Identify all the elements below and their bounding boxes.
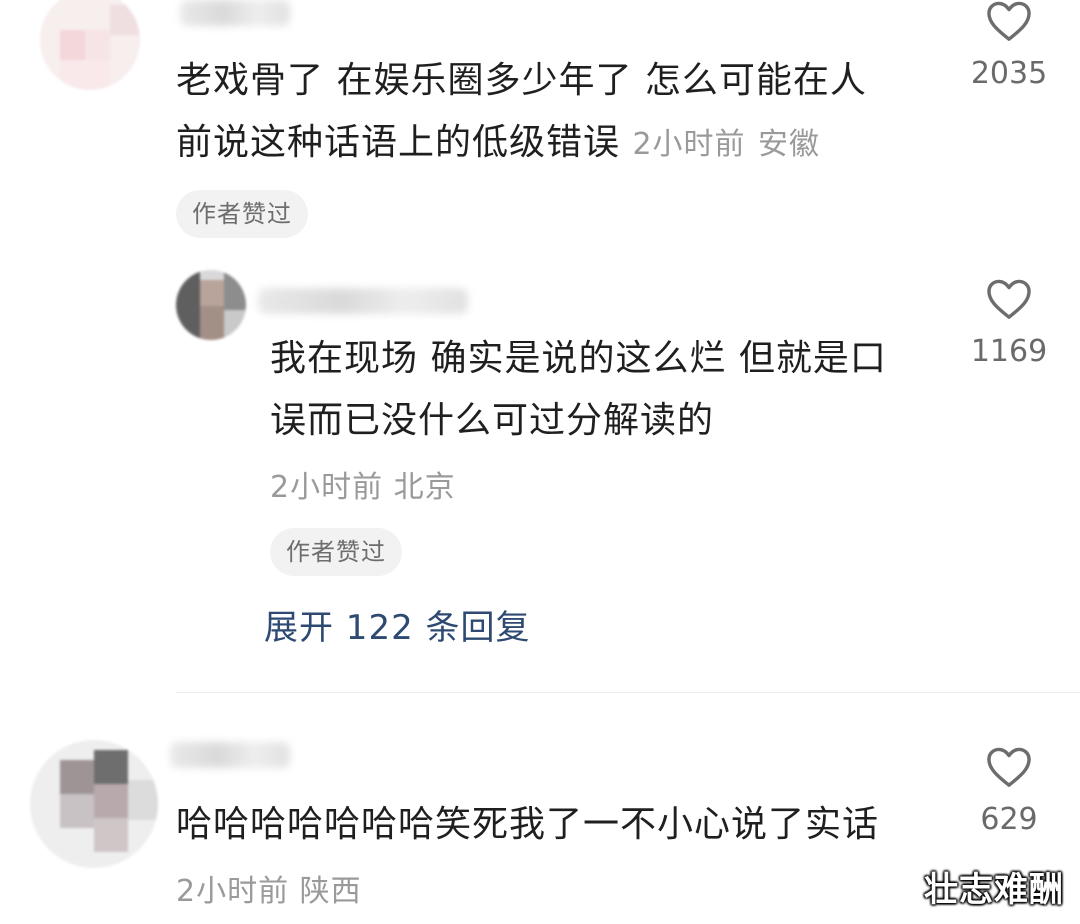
comment-location: 陕西 [299,874,362,909]
avatar[interactable] [30,740,158,868]
author-liked-badge: 作者赞过 [176,190,308,238]
comment-text: 哈哈哈哈哈哈哈笑死我了一不小心说了实话 [176,804,880,845]
username[interactable] [170,742,290,768]
divider [176,692,1080,693]
like-button[interactable]: 1169 [954,278,1064,369]
comment-time: 2小时前 [632,127,746,162]
like-button[interactable]: 629 [954,746,1064,837]
like-count: 1169 [970,334,1048,369]
author-liked-badge: 作者赞过 [270,528,402,576]
comment-text: 老戏骨了 在娱乐圈多少年了 怎么可能在人 前说这种话语上的低级错误 2小时前 安… [176,60,867,163]
username[interactable] [258,288,468,314]
avatar[interactable] [176,270,246,340]
heart-outline-icon [987,279,1031,319]
comment-location: 北京 [393,470,456,505]
comment-text: 我在现场 确实是说的这么烂 但就是口 误而已没什么可过分解读的 [270,338,887,441]
comment-time: 2小时前 [270,470,384,505]
like-count: 2035 [970,56,1048,91]
avatar[interactable] [40,0,140,90]
expand-replies-link[interactable]: 展开 122 条回复 [264,600,531,649]
watermark: 壮志难酬 [924,870,1064,910]
comment-time: 2小时前 [176,874,290,909]
heart-outline-icon [987,1,1031,41]
comment-meta: 2小时前 陕西 [176,866,362,910]
heart-outline-icon [987,747,1031,787]
comment-meta: 2小时前 北京 [270,462,456,506]
like-count: 629 [980,802,1038,837]
username[interactable] [180,0,290,26]
comment-location: 安徽 [758,127,821,162]
like-button[interactable]: 2035 [954,0,1064,91]
